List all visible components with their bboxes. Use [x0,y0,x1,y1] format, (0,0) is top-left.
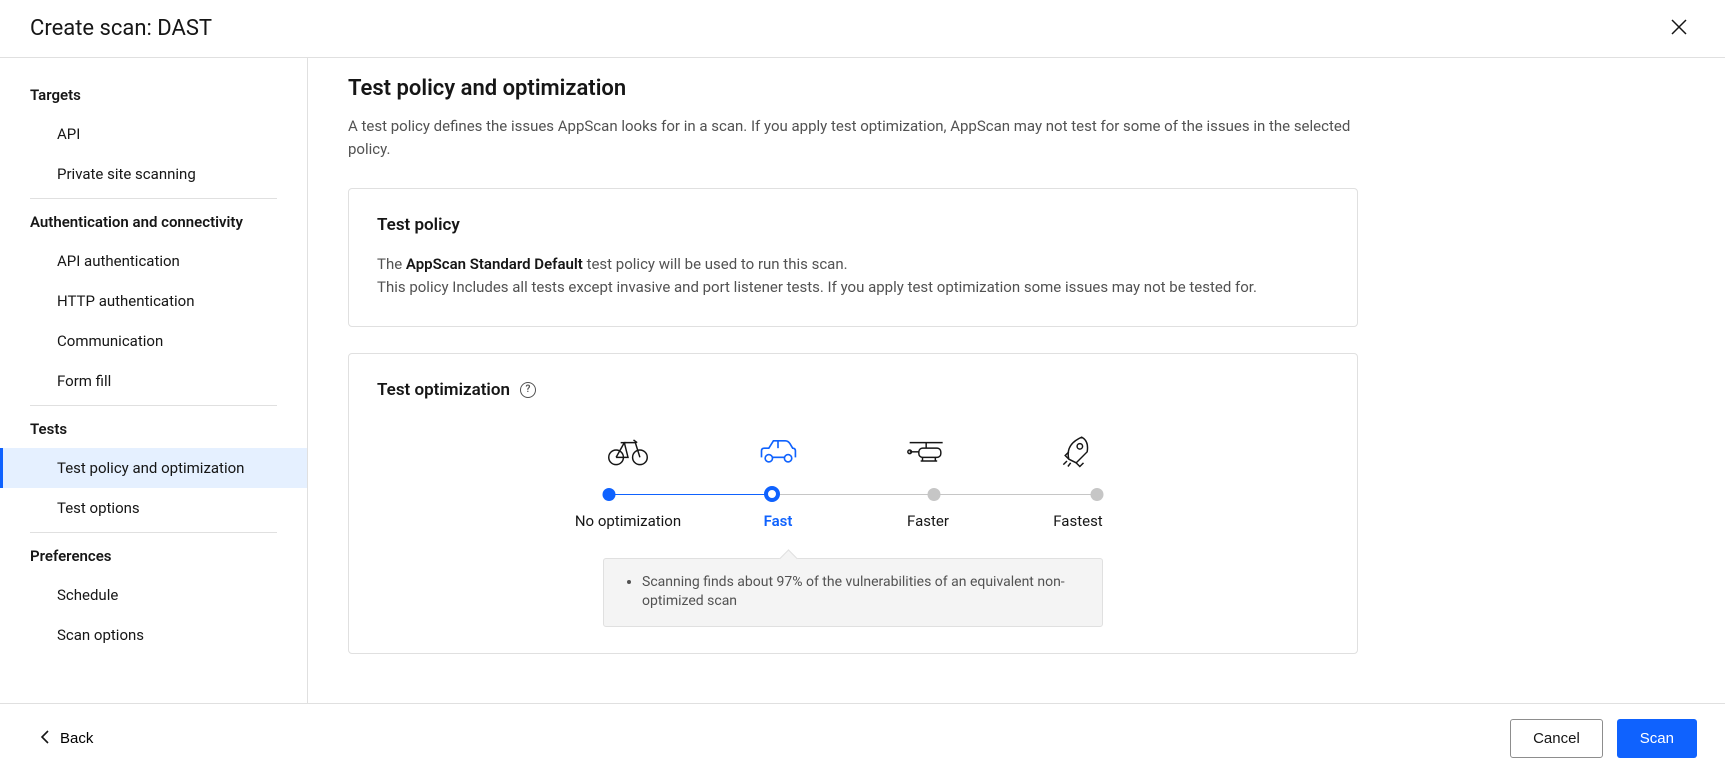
sidebar-group-auth: Authentication and connectivity [0,203,307,241]
test-policy-line1: The AppScan Standard Default test policy… [377,253,1329,276]
close-icon [1671,19,1687,38]
slider-stop-3[interactable] [1091,488,1104,501]
sidebar-divider [30,532,277,533]
helicopter-icon [853,430,1003,470]
test-optimization-heading: Test optimization ? [377,380,1329,400]
sidebar-group-tests: Tests [0,410,307,448]
dialog-footer: Back Cancel Scan [0,703,1725,773]
slider-stop-2[interactable] [928,488,941,501]
sidebar-group-preferences: Preferences [0,537,307,575]
back-button[interactable]: Back [28,722,105,756]
cancel-button[interactable]: Cancel [1510,719,1603,758]
sidebar-item-private-site-scanning[interactable]: Private site scanning [0,154,307,194]
test-policy-card: Test policy The AppScan Standard Default… [348,188,1358,327]
scan-button[interactable]: Scan [1617,719,1697,758]
opt-label-no-optimization: No optimization [553,512,703,530]
sidebar-item-test-policy-optimization[interactable]: Test policy and optimization [0,448,307,488]
slider-track[interactable] [609,488,1097,502]
sidebar-item-communication[interactable]: Communication [0,321,307,361]
sidebar-item-scan-options[interactable]: Scan options [0,615,307,655]
rocket-icon [1003,430,1153,470]
sidebar-item-http-auth[interactable]: HTTP authentication [0,281,307,321]
sidebar-item-form-fill[interactable]: Form fill [0,361,307,401]
opt-label-fast: Fast [703,512,853,530]
dialog-title: Create scan: DAST [30,16,212,41]
dialog-header: Create scan: DAST [0,0,1725,58]
sidebar-item-api-auth[interactable]: API authentication [0,241,307,281]
sidebar-divider [30,405,277,406]
sidebar-group-targets: Targets [0,76,307,114]
sidebar-divider [30,198,277,199]
test-policy-line2: This policy Includes all tests except in… [377,276,1329,299]
optimization-slider: No optimization Fast Faster Fastest Scan… [553,430,1153,627]
sidebar-item-test-options[interactable]: Test options [0,488,307,528]
slider-stop-1[interactable] [764,486,780,502]
chevron-left-icon [40,730,50,748]
slider-stop-0[interactable] [603,488,616,501]
test-policy-heading: Test policy [377,215,1329,235]
sidebar-item-schedule[interactable]: Schedule [0,575,307,615]
optimization-tooltip: Scanning finds about 97% of the vulnerab… [603,558,1103,627]
opt-label-faster: Faster [853,512,1003,530]
main-content: Test policy and optimization A test poli… [308,58,1725,703]
sidebar: Targets API Private site scanning Authen… [0,58,308,703]
page-intro: A test policy defines the issues AppScan… [348,115,1358,160]
tooltip-text: Scanning finds about 97% of the vulnerab… [642,573,1082,612]
help-icon[interactable]: ? [520,382,536,398]
opt-label-fastest: Fastest [1003,512,1153,530]
test-optimization-card: Test optimization ? [348,353,1358,654]
sidebar-item-api[interactable]: API [0,114,307,154]
bicycle-icon [553,430,703,470]
page-title: Test policy and optimization [348,76,1685,101]
close-button[interactable] [1663,13,1695,45]
car-icon [703,430,853,470]
